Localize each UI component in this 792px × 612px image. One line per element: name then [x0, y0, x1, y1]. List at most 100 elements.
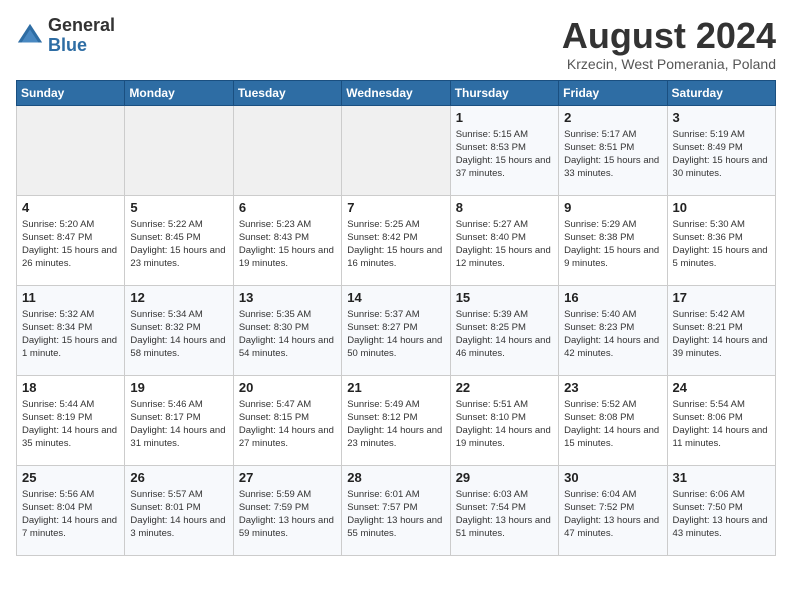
day-number: 17: [673, 290, 770, 305]
day-info: Sunrise: 5:51 AMSunset: 8:10 PMDaylight:…: [456, 398, 553, 451]
day-number: 11: [22, 290, 119, 305]
calendar-day-cell: 9 Sunrise: 5:29 AMSunset: 8:38 PMDaylight…: [559, 195, 667, 285]
day-info: Sunrise: 5:47 AMSunset: 8:15 PMDaylight:…: [239, 398, 336, 451]
day-number: 16: [564, 290, 661, 305]
day-number: 7: [347, 200, 444, 215]
day-info: Sunrise: 5:27 AMSunset: 8:40 PMDaylight:…: [456, 218, 553, 271]
weekday-header: Friday: [559, 80, 667, 105]
title-block: August 2024 Krzecin, West Pomerania, Pol…: [562, 16, 776, 72]
day-number: 3: [673, 110, 770, 125]
weekday-header: Saturday: [667, 80, 775, 105]
day-number: 27: [239, 470, 336, 485]
calendar-day-cell: [233, 105, 341, 195]
day-info: Sunrise: 5:46 AMSunset: 8:17 PMDaylight:…: [130, 398, 227, 451]
day-number: 23: [564, 380, 661, 395]
day-number: 9: [564, 200, 661, 215]
calendar-day-cell: 1 Sunrise: 5:15 AMSunset: 8:53 PMDaylight…: [450, 105, 558, 195]
day-info: Sunrise: 6:06 AMSunset: 7:50 PMDaylight:…: [673, 488, 770, 541]
calendar-day-cell: 21Sunrise: 5:49 AMSunset: 8:12 PMDayligh…: [342, 375, 450, 465]
day-info: Sunrise: 5:34 AMSunset: 8:32 PMDaylight:…: [130, 308, 227, 361]
day-number: 22: [456, 380, 553, 395]
calendar-day-cell: 20 Sunrise: 5:47 AMSunset: 8:15 PMDayligh…: [233, 375, 341, 465]
day-number: 24: [673, 380, 770, 395]
calendar-day-cell: 15 Sunrise: 5:39 AMSunset: 8:25 PMDayligh…: [450, 285, 558, 375]
calendar-day-cell: 28 Sunrise: 6:01 AMSunset: 7:57 PMDayligh…: [342, 465, 450, 555]
day-info: Sunrise: 5:52 AMSunset: 8:08 PMDaylight:…: [564, 398, 661, 451]
day-number: 12: [130, 290, 227, 305]
day-number: 19: [130, 380, 227, 395]
calendar-day-cell: 11 Sunrise: 5:32 AMSunset: 8:34 PMDayligh…: [17, 285, 125, 375]
calendar-day-cell: 13 Sunrise: 5:35 AMSunset: 8:30 PMDayligh…: [233, 285, 341, 375]
calendar-day-cell: [125, 105, 233, 195]
weekday-header-row: SundayMondayTuesdayWednesdayThursdayFrid…: [17, 80, 776, 105]
day-info: Sunrise: 5:30 AMSunset: 8:36 PMDaylight:…: [673, 218, 770, 271]
calendar-day-cell: 10Sunrise: 5:30 AMSunset: 8:36 PMDayligh…: [667, 195, 775, 285]
calendar-week-row: 25Sunrise: 5:56 AMSunset: 8:04 PMDayligh…: [17, 465, 776, 555]
day-info: Sunrise: 5:25 AMSunset: 8:42 PMDaylight:…: [347, 218, 444, 271]
calendar-week-row: 1 Sunrise: 5:15 AMSunset: 8:53 PMDaylight…: [17, 105, 776, 195]
day-info: Sunrise: 5:15 AMSunset: 8:53 PMDaylight:…: [456, 128, 553, 181]
month-year: August 2024: [562, 16, 776, 56]
day-info: Sunrise: 5:54 AMSunset: 8:06 PMDaylight:…: [673, 398, 770, 451]
day-info: Sunrise: 5:29 AMSunset: 8:38 PMDaylight:…: [564, 218, 661, 271]
calendar-day-cell: 2 Sunrise: 5:17 AMSunset: 8:51 PMDaylight…: [559, 105, 667, 195]
day-number: 26: [130, 470, 227, 485]
calendar-day-cell: 8 Sunrise: 5:27 AMSunset: 8:40 PMDaylight…: [450, 195, 558, 285]
day-info: Sunrise: 5:20 AMSunset: 8:47 PMDaylight:…: [22, 218, 119, 271]
calendar-day-cell: 14 Sunrise: 5:37 AMSunset: 8:27 PMDayligh…: [342, 285, 450, 375]
calendar-day-cell: 12 Sunrise: 5:34 AMSunset: 8:32 PMDayligh…: [125, 285, 233, 375]
day-number: 18: [22, 380, 119, 395]
calendar-day-cell: 23 Sunrise: 5:52 AMSunset: 8:08 PMDayligh…: [559, 375, 667, 465]
logo: General Blue: [16, 16, 115, 56]
day-number: 8: [456, 200, 553, 215]
calendar-day-cell: 6 Sunrise: 5:23 AMSunset: 8:43 PMDaylight…: [233, 195, 341, 285]
day-number: 14: [347, 290, 444, 305]
calendar-week-row: 11 Sunrise: 5:32 AMSunset: 8:34 PMDayligh…: [17, 285, 776, 375]
day-info: Sunrise: 5:39 AMSunset: 8:25 PMDaylight:…: [456, 308, 553, 361]
weekday-header: Sunday: [17, 80, 125, 105]
weekday-header: Wednesday: [342, 80, 450, 105]
day-number: 31: [673, 470, 770, 485]
day-info: Sunrise: 5:35 AMSunset: 8:30 PMDaylight:…: [239, 308, 336, 361]
day-number: 15: [456, 290, 553, 305]
day-number: 13: [239, 290, 336, 305]
day-info: Sunrise: 5:17 AMSunset: 8:51 PMDaylight:…: [564, 128, 661, 181]
day-info: Sunrise: 5:57 AMSunset: 8:01 PMDaylight:…: [130, 488, 227, 541]
calendar-day-cell: 27 Sunrise: 5:59 AMSunset: 7:59 PMDayligh…: [233, 465, 341, 555]
day-info: Sunrise: 5:37 AMSunset: 8:27 PMDaylight:…: [347, 308, 444, 361]
day-info: Sunrise: 6:01 AMSunset: 7:57 PMDaylight:…: [347, 488, 444, 541]
day-info: Sunrise: 5:42 AMSunset: 8:21 PMDaylight:…: [673, 308, 770, 361]
calendar-day-cell: 30Sunrise: 6:04 AMSunset: 7:52 PMDayligh…: [559, 465, 667, 555]
day-info: Sunrise: 5:40 AMSunset: 8:23 PMDaylight:…: [564, 308, 661, 361]
day-number: 20: [239, 380, 336, 395]
day-number: 1: [456, 110, 553, 125]
calendar-day-cell: 25Sunrise: 5:56 AMSunset: 8:04 PMDayligh…: [17, 465, 125, 555]
day-info: Sunrise: 6:03 AMSunset: 7:54 PMDaylight:…: [456, 488, 553, 541]
day-info: Sunrise: 5:59 AMSunset: 7:59 PMDaylight:…: [239, 488, 336, 541]
day-number: 2: [564, 110, 661, 125]
weekday-header: Thursday: [450, 80, 558, 105]
day-number: 29: [456, 470, 553, 485]
calendar-day-cell: [17, 105, 125, 195]
day-info: Sunrise: 5:32 AMSunset: 8:34 PMDaylight:…: [22, 308, 119, 361]
calendar-day-cell: 17 Sunrise: 5:42 AMSunset: 8:21 PMDayligh…: [667, 285, 775, 375]
calendar-day-cell: [342, 105, 450, 195]
day-number: 6: [239, 200, 336, 215]
calendar-day-cell: 31 Sunrise: 6:06 AMSunset: 7:50 PMDayligh…: [667, 465, 775, 555]
calendar-day-cell: 7 Sunrise: 5:25 AMSunset: 8:42 PMDaylight…: [342, 195, 450, 285]
weekday-header: Tuesday: [233, 80, 341, 105]
calendar-day-cell: 4Sunrise: 5:20 AMSunset: 8:47 PMDaylight…: [17, 195, 125, 285]
day-info: Sunrise: 6:04 AMSunset: 7:52 PMDaylight:…: [564, 488, 661, 541]
day-info: Sunrise: 5:22 AMSunset: 8:45 PMDaylight:…: [130, 218, 227, 271]
location: Krzecin, West Pomerania, Poland: [562, 56, 776, 72]
calendar-day-cell: 29 Sunrise: 6:03 AMSunset: 7:54 PMDayligh…: [450, 465, 558, 555]
day-info: Sunrise: 5:49 AMSunset: 8:12 PMDaylight:…: [347, 398, 444, 451]
page-header: General Blue August 2024 Krzecin, West P…: [16, 16, 776, 72]
day-number: 28: [347, 470, 444, 485]
day-number: 25: [22, 470, 119, 485]
logo-blue: Blue: [48, 35, 87, 55]
calendar-table: SundayMondayTuesdayWednesdayThursdayFrid…: [16, 80, 776, 556]
logo-text: General Blue: [48, 16, 115, 56]
calendar-week-row: 18Sunrise: 5:44 AMSunset: 8:19 PMDayligh…: [17, 375, 776, 465]
day-info: Sunrise: 5:23 AMSunset: 8:43 PMDaylight:…: [239, 218, 336, 271]
